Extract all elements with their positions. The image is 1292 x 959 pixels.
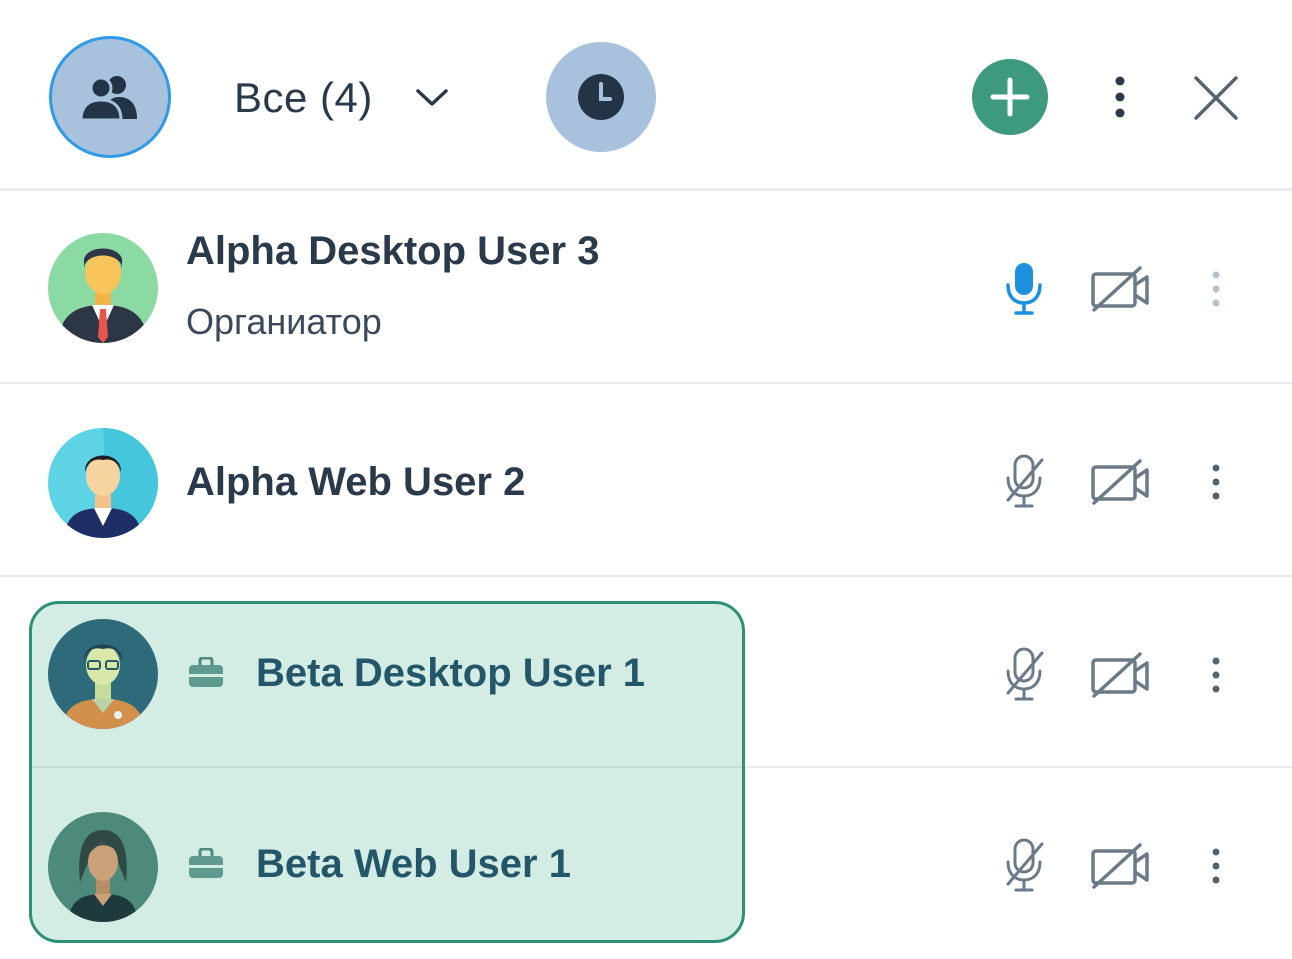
- woman-avatar: [48, 812, 158, 922]
- history-button[interactable]: [546, 42, 656, 152]
- participants-group-button[interactable]: [49, 36, 171, 158]
- participants-filter-dropdown[interactable]: Все (4): [234, 70, 449, 126]
- participant-name: Alpha Web User 2: [186, 460, 526, 504]
- header-more-button[interactable]: [1104, 72, 1136, 122]
- man-avatar: [48, 428, 158, 538]
- briefcase-icon: [186, 844, 226, 884]
- man-glasses-avatar: [48, 619, 158, 729]
- microphone-off-icon: [1006, 647, 1044, 701]
- more-vertical-icon: [1212, 657, 1220, 693]
- more-vertical-icon: [1212, 464, 1220, 500]
- camera-off-icon: [1091, 652, 1149, 698]
- participant-role: Органиатор: [186, 301, 382, 342]
- participant-row[interactable]: Alpha Desktop User 3 Органиатор: [0, 191, 1292, 383]
- camera-button[interactable]: [1088, 456, 1152, 508]
- filter-label: Все (4): [234, 74, 373, 121]
- participant-name: Alpha Desktop User 3: [186, 229, 600, 273]
- briefcase-icon: [186, 653, 226, 693]
- close-button[interactable]: [1190, 72, 1242, 124]
- plus-icon: [990, 77, 1030, 117]
- mic-button[interactable]: [998, 836, 1050, 896]
- mic-button[interactable]: [998, 645, 1050, 705]
- businessman-avatar: [48, 233, 158, 343]
- chevron-down-icon: [416, 89, 448, 106]
- participants-panel: Все (4) Alpha Desktop User 3 Органиатор …: [0, 0, 1292, 959]
- clock-icon: [578, 74, 624, 120]
- more-vertical-icon: [1212, 848, 1220, 884]
- participant-row[interactable]: Alpha Web User 2: [0, 384, 1292, 576]
- camera-button[interactable]: [1088, 263, 1152, 315]
- participant-row[interactable]: Beta Web User 1: [0, 768, 1292, 959]
- participant-row[interactable]: Beta Desktop User 1: [0, 577, 1292, 769]
- participant-name: Beta Web User 1: [256, 842, 571, 886]
- participant-name: Beta Desktop User 1: [256, 651, 646, 695]
- more-vertical-icon: [1115, 76, 1125, 118]
- microphone-off-icon: [1006, 838, 1044, 892]
- participant-more-button[interactable]: [1202, 651, 1230, 699]
- mic-button[interactable]: [998, 452, 1050, 512]
- camera-button[interactable]: [1088, 649, 1152, 701]
- participant-more-button[interactable]: [1202, 458, 1230, 506]
- camera-button[interactable]: [1088, 840, 1152, 892]
- more-vertical-icon: [1212, 271, 1220, 307]
- participant-more-button[interactable]: [1202, 265, 1230, 313]
- add-participant-button[interactable]: [972, 59, 1048, 135]
- users-icon: [79, 76, 137, 121]
- camera-off-icon: [1091, 459, 1149, 505]
- participant-more-button[interactable]: [1202, 842, 1230, 890]
- microphone-off-icon: [1006, 454, 1044, 508]
- close-icon: [1194, 76, 1238, 120]
- microphone-on-icon: [1006, 263, 1042, 315]
- camera-off-icon: [1091, 266, 1149, 312]
- camera-off-icon: [1091, 843, 1149, 889]
- participants-header: Все (4): [0, 0, 1292, 190]
- mic-button[interactable]: [998, 259, 1050, 319]
